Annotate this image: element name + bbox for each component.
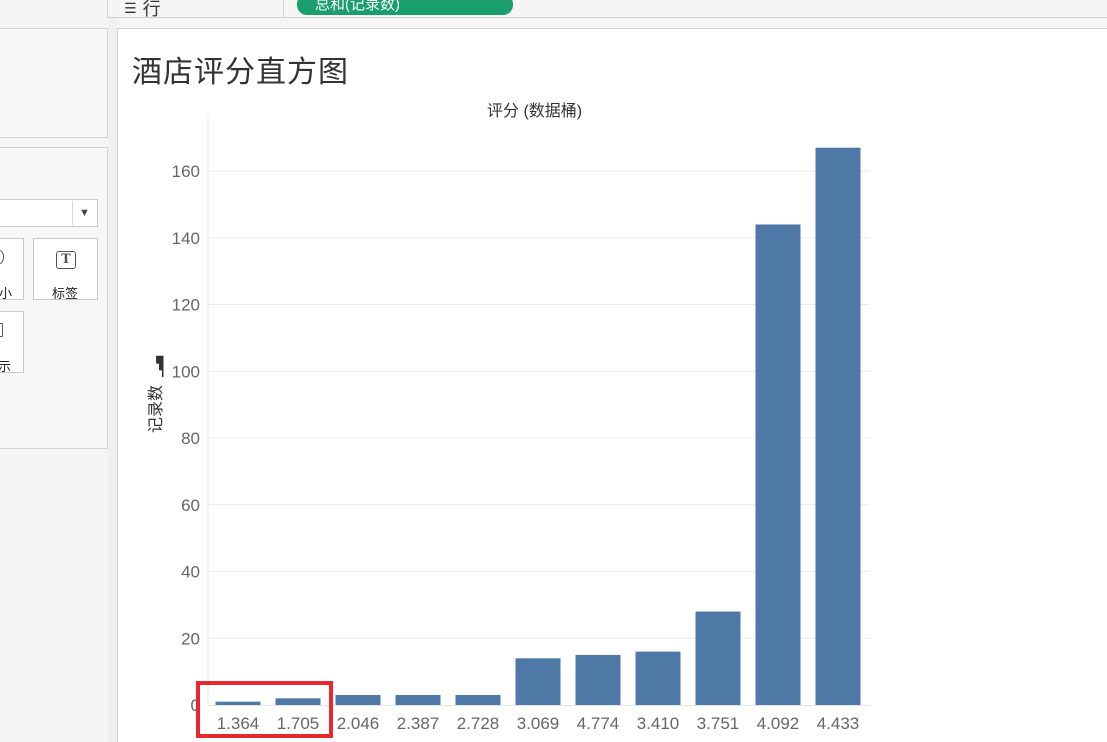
y-tick-label: 60 bbox=[181, 496, 200, 515]
rows-shelf: ☰ 行 总和(记录数) bbox=[0, 0, 1107, 19]
label-label: 标签 bbox=[52, 286, 79, 301]
shelf-divider bbox=[283, 0, 284, 18]
chevron-down-icon[interactable]: ▼ bbox=[72, 201, 96, 225]
x-tick-label: 3.410 bbox=[637, 714, 680, 733]
bar bbox=[515, 658, 561, 705]
size-button[interactable]: 小 bbox=[0, 238, 24, 300]
rows-shelf-label: ☰ 行 bbox=[124, 0, 161, 19]
x-tick-label: 3.069 bbox=[517, 714, 560, 733]
viz-area: 酒店评分直方图 评分 (数据桶) 记录数▁▃▅ 0 20 40 60 80 100 120 1… bbox=[117, 28, 1107, 742]
bar bbox=[755, 224, 801, 706]
y-tick-label: 140 bbox=[172, 229, 200, 248]
shelf-left-cap bbox=[0, 0, 108, 18]
x-tick-label: 4.433 bbox=[817, 714, 860, 733]
x-tick-label: 3.751 bbox=[697, 714, 740, 733]
mark-type-dropdown[interactable]: ▼ bbox=[0, 199, 98, 227]
bar bbox=[335, 694, 381, 705]
size-label: 小 bbox=[0, 286, 13, 300]
tooltip-icon bbox=[0, 323, 3, 337]
highlight-box bbox=[196, 681, 333, 738]
y-tick-label: 160 bbox=[172, 162, 200, 181]
x-tick-label: 2.046 bbox=[337, 714, 380, 733]
y-tick-label: 80 bbox=[181, 429, 200, 448]
bar bbox=[395, 694, 441, 705]
size-icon bbox=[0, 250, 4, 264]
x-tick-label: 2.387 bbox=[397, 714, 440, 733]
x-tick-label: 2.728 bbox=[457, 714, 500, 733]
text-T-icon: T bbox=[56, 251, 76, 269]
tooltip-button[interactable]: 提示 bbox=[0, 311, 24, 373]
lines-icon: ☰ bbox=[124, 0, 137, 16]
y-tick-label: 120 bbox=[172, 296, 200, 315]
y-tick-label: 100 bbox=[172, 362, 200, 381]
pages-panel bbox=[0, 28, 108, 138]
bar bbox=[575, 654, 621, 705]
bar bbox=[455, 694, 501, 705]
tableau-window: ☰行 总和(记录数) ▼ 小 T 标签 提示 酒店评分直方图 评分 (数据桶) … bbox=[0, 0, 1107, 742]
tooltip-label: 提示 bbox=[0, 356, 11, 372]
y-tick-label: 20 bbox=[181, 629, 200, 648]
marks-panel: ▼ 小 T 标签 提示 bbox=[0, 147, 108, 449]
x-tick-label: 4.774 bbox=[577, 714, 620, 733]
panel-gutter bbox=[108, 18, 117, 742]
bar-chart: 0204060801001201401601.364 1.705 2.046 2.38… bbox=[172, 117, 870, 733]
bar bbox=[815, 147, 861, 705]
x-tick-label: 4.092 bbox=[757, 714, 800, 733]
y-tick-label: 40 bbox=[181, 563, 200, 582]
measure-pill[interactable]: 总和(记录数) bbox=[297, 0, 513, 15]
label-button[interactable]: T 标签 bbox=[33, 238, 98, 301]
bar bbox=[695, 611, 741, 705]
bar bbox=[635, 651, 681, 705]
